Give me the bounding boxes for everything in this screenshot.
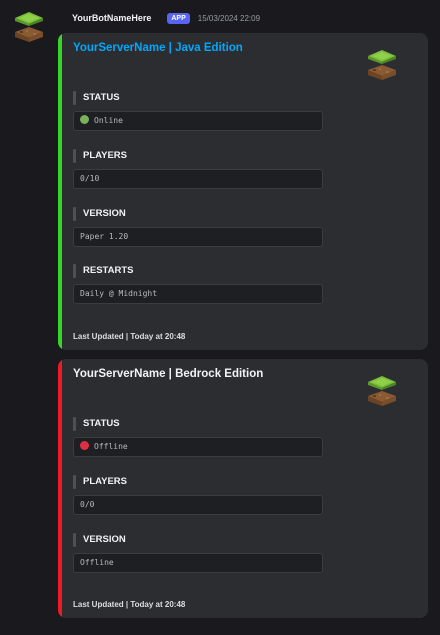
field-label: STATUS (73, 417, 323, 431)
field-players: PLAYERS 0/10 (73, 149, 323, 189)
field-value: Offline (73, 553, 323, 573)
embed-title: YourServerName | Bedrock Edition (73, 368, 264, 380)
field-label: RESTARTS (73, 264, 323, 278)
field-status: STATUS Online (73, 91, 323, 131)
field-value: 0/10 (73, 169, 323, 189)
field-value: Offline (73, 437, 323, 457)
red-circle-icon (80, 441, 89, 450)
field-value: Paper 1.20 (73, 227, 323, 247)
bot-avatar-grass-block-icon[interactable] (14, 10, 44, 44)
embed-accent-bar (58, 359, 62, 618)
embed-footer: Last Updated | Today at 20:48 (73, 600, 186, 609)
bot-name[interactable]: YourBotNameHere (72, 13, 151, 23)
field-value: 0/0 (73, 495, 323, 515)
field-restarts: RESTARTS Daily @ Midnight (73, 264, 323, 304)
field-version: VERSION Offline (73, 533, 323, 573)
embed-bedrock-edition: YourServerName | Bedrock Edition STATUS … (58, 359, 428, 618)
field-value: Daily @ Midnight (73, 284, 323, 304)
field-status: STATUS Offline (73, 417, 323, 457)
status-text: Offline (94, 442, 128, 451)
field-label: STATUS (73, 91, 323, 105)
grass-block-thumbnail-icon[interactable] (367, 374, 397, 408)
field-players: PLAYERS 0/0 (73, 475, 323, 515)
field-label: VERSION (73, 533, 323, 547)
message-header: YourBotNameHere APP 15/03/2024 22:09 (72, 11, 260, 25)
embed-accent-bar (58, 33, 62, 350)
message-timestamp: 15/03/2024 22:09 (197, 13, 261, 23)
field-version: VERSION Paper 1.20 (73, 207, 323, 247)
field-label: PLAYERS (73, 475, 323, 489)
embed-footer: Last Updated | Today at 20:48 (73, 332, 186, 341)
app-badge: APP (167, 12, 190, 24)
embed-title[interactable]: YourServerName | Java Edition (73, 42, 243, 54)
field-label: PLAYERS (73, 149, 323, 163)
embed-java-edition: YourServerName | Java Edition STATUS Onl… (58, 33, 428, 350)
status-text: Online (94, 116, 123, 125)
field-value: Online (73, 111, 323, 131)
field-label: VERSION (73, 207, 323, 221)
grass-block-thumbnail-icon[interactable] (367, 48, 397, 82)
green-circle-icon (80, 115, 89, 124)
